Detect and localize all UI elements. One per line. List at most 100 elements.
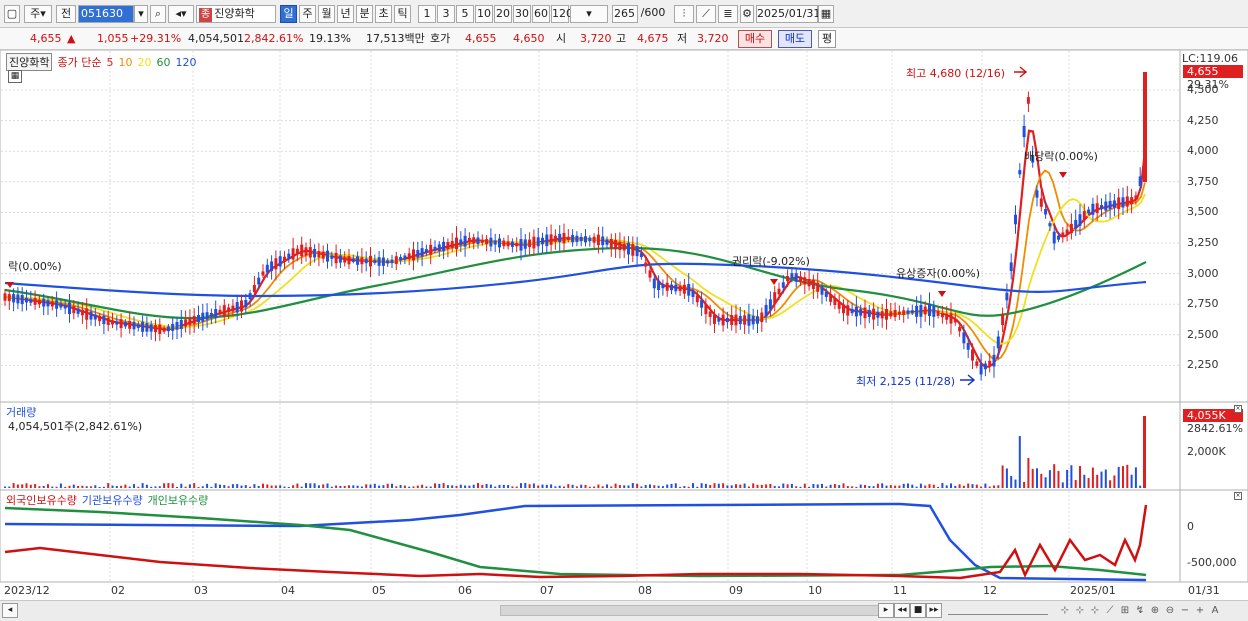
candle-body <box>132 321 136 330</box>
search-icon[interactable]: ⌕ <box>150 5 166 23</box>
candle-body <box>966 343 970 350</box>
scroll-right-icon[interactable]: ▸ <box>878 603 894 618</box>
candle-body <box>983 363 987 370</box>
volume-bar <box>752 483 755 488</box>
period-tab[interactable]: 일 <box>280 5 297 23</box>
candle-body <box>1005 292 1009 301</box>
price-panel-name[interactable]: 진양화학 <box>6 53 53 71</box>
volume-bar <box>618 485 621 488</box>
chart-tool-icon[interactable]: ⊹ <box>1073 603 1087 618</box>
close-icon[interactable]: × <box>1234 492 1242 500</box>
candle-body <box>1048 223 1052 227</box>
volume-bar <box>378 485 381 488</box>
sell-button[interactable]: 매도 <box>778 30 812 48</box>
chart-tool-icon[interactable]: ⊹ <box>1088 603 1102 618</box>
candle-body <box>179 319 183 329</box>
candle-body <box>897 311 901 315</box>
period-tab[interactable]: 틱 <box>394 5 411 23</box>
gear-icon[interactable]: ⚙ <box>740 5 754 23</box>
unit-tab[interactable]: 120 <box>551 5 573 23</box>
chart-tool-icon[interactable]: ⟋ <box>1103 603 1117 618</box>
stock-code-input[interactable]: 051630 <box>78 5 134 23</box>
chart-tool-icon[interactable]: ⊞ <box>1118 603 1132 618</box>
volume-bar <box>971 484 974 488</box>
calendar-icon[interactable]: ▦ <box>818 5 834 23</box>
volume-bar <box>416 485 419 488</box>
prev-button[interactable]: 전 <box>56 5 76 23</box>
candle-body <box>975 361 979 366</box>
candle-icon[interactable]: ⫶ <box>674 5 694 23</box>
unit-tab[interactable]: 20 <box>494 5 512 23</box>
date-input[interactable]: 2025/01/31 <box>756 5 820 23</box>
speaker-icon[interactable]: ◂▾ <box>168 5 194 23</box>
chart-tool-icon[interactable]: − <box>1178 603 1192 618</box>
candle-body <box>601 236 605 246</box>
candle-body <box>489 237 493 247</box>
chart-tool-icon[interactable]: + <box>1193 603 1207 618</box>
candle-body <box>1061 232 1065 238</box>
candle-body <box>1091 203 1095 215</box>
unit-tab[interactable]: 5 <box>456 5 474 23</box>
volume-bar <box>300 486 303 488</box>
period-tab[interactable]: 초 <box>375 5 392 23</box>
volume-bar <box>687 486 690 488</box>
unit-dropdown[interactable]: ▾ <box>570 5 608 23</box>
volume-bar <box>610 486 613 488</box>
indicator-icon[interactable]: ≣ <box>718 5 738 23</box>
chart-tool-icon[interactable]: A <box>1208 603 1222 618</box>
chart-tool-icon[interactable]: ⊕ <box>1148 603 1162 618</box>
stock-chart[interactable] <box>0 50 1248 600</box>
unit-tab[interactable]: 30 <box>513 5 531 23</box>
volume-bar <box>644 485 647 488</box>
volume-bar <box>988 486 991 488</box>
candle-body <box>403 255 407 260</box>
candle-body <box>171 323 175 331</box>
unit-tab[interactable]: 10 <box>475 5 493 23</box>
period-tab[interactable]: 년 <box>337 5 354 23</box>
evaluate-button[interactable]: 평 <box>818 30 836 48</box>
scroll-left-icon[interactable]: ◂ <box>2 603 18 618</box>
chart-tool-icon[interactable]: ⊹ <box>1058 603 1072 618</box>
volume-bar <box>257 485 260 488</box>
period-tab[interactable]: 분 <box>356 5 373 23</box>
table-icon[interactable]: ▦ <box>8 70 22 83</box>
code-dropdown-icon[interactable]: ▾ <box>134 5 148 23</box>
candle-body <box>579 236 583 242</box>
period-tab[interactable]: 월 <box>318 5 335 23</box>
volume-percent: 2,842.61% <box>244 32 304 45</box>
candle-body <box>584 236 587 243</box>
candle-body <box>420 248 424 257</box>
candle-body <box>3 293 7 301</box>
chart-tool-icon[interactable]: ⊖ <box>1163 603 1177 618</box>
candle-body <box>631 243 635 256</box>
volume-bar <box>94 485 97 488</box>
period-tab[interactable]: 주 <box>299 5 316 23</box>
count-input[interactable]: 265 <box>612 5 638 23</box>
buy-button[interactable]: 매수 <box>738 30 772 48</box>
ma-period-label: 20 <box>137 56 152 69</box>
window-icon[interactable]: ▢ <box>4 5 20 23</box>
chart-tool-icon[interactable]: ↯ <box>1133 603 1147 618</box>
unit-tab[interactable]: 60 <box>532 5 550 23</box>
candle-body <box>252 284 256 293</box>
candle-body <box>480 239 484 243</box>
candle-body <box>553 235 557 242</box>
zoom-slider[interactable] <box>948 607 1048 615</box>
stop-icon[interactable]: ■ <box>910 603 926 618</box>
draw-line-icon[interactable]: ⟋ <box>696 5 716 23</box>
unit-tab[interactable]: 1 <box>418 5 436 23</box>
close-icon[interactable]: × <box>1234 405 1242 413</box>
forward-icon[interactable]: ▸▸ <box>926 603 942 618</box>
unit-tab[interactable]: 3 <box>437 5 455 23</box>
chart-type-select[interactable]: 주▾ <box>24 5 52 23</box>
volume-bar <box>537 485 540 488</box>
volume-bar <box>580 484 583 488</box>
rewind-icon[interactable]: ◂◂ <box>894 603 910 618</box>
volume-bar <box>322 484 325 488</box>
stock-name-field[interactable]: 종 진양화학 <box>196 5 276 23</box>
lc-label: LC:119.06 <box>1182 52 1239 65</box>
volume-bar <box>176 486 178 488</box>
scroll-thumb[interactable] <box>500 605 880 616</box>
high-annotation: 최고 4,680 (12/16) <box>906 67 1006 80</box>
volume-bar <box>262 483 264 488</box>
